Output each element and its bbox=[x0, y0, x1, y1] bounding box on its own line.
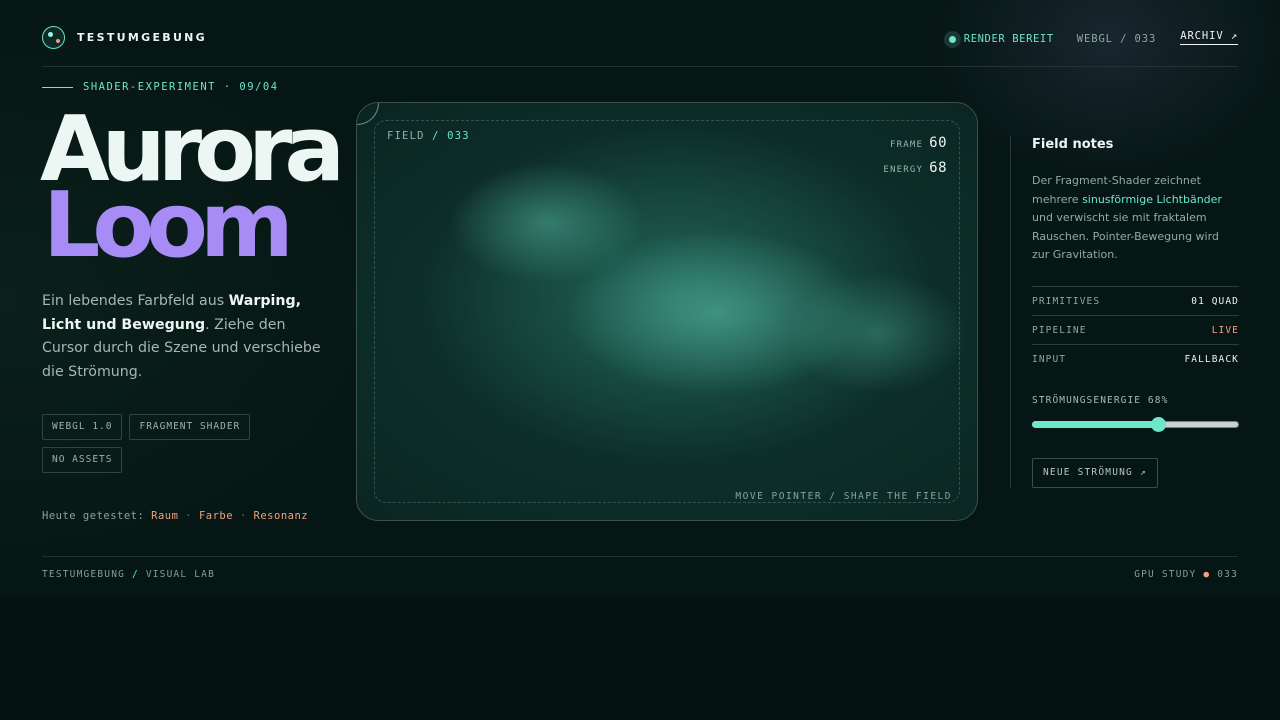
render-status: RENDER BEREIT bbox=[963, 33, 1054, 45]
top-nav: RENDER BEREIT WEBGL / 033 ARCHIV ↗ bbox=[943, 28, 1238, 50]
spec-table: PRIMITIVES 01 QUAD PIPELINE LIVE INPUT F… bbox=[1032, 286, 1239, 373]
energy-slider[interactable] bbox=[1032, 417, 1239, 432]
energy-slider-label: STRÖMUNGSENERGIE 68% bbox=[1032, 395, 1169, 406]
spec-row-primitives: PRIMITIVES 01 QUAD bbox=[1032, 286, 1239, 315]
footer-separator: / bbox=[131, 569, 139, 580]
footer-divider bbox=[42, 556, 1238, 557]
kicker: SHADER-EXPERIMENT · 09/04 bbox=[42, 81, 279, 93]
brand-name[interactable]: TESTUMGEBUNG bbox=[77, 31, 207, 44]
tested-separator: · bbox=[239, 510, 247, 522]
spec-key: INPUT bbox=[1032, 353, 1067, 365]
tag-no-assets: NO ASSETS bbox=[42, 447, 123, 473]
frame-value: 60 bbox=[929, 135, 947, 151]
spec-key: PRIMITIVES bbox=[1032, 295, 1101, 307]
page-title-line2: Loom bbox=[43, 173, 294, 278]
footer-study: GPU STUDY bbox=[1134, 569, 1197, 580]
pointer-hint: MOVE POINTER / SHAPE THE FIELD bbox=[735, 491, 952, 502]
tested-line: Heute getestet: Raum · Farbe · Resonanz bbox=[42, 510, 308, 522]
footer-dot-icon: ● bbox=[1203, 569, 1211, 580]
footer-lab: VISUAL LAB bbox=[145, 569, 216, 580]
spec-value: LIVE bbox=[1211, 324, 1239, 336]
field-notes-panel: Field notes Der Fragment-Shader zeichnet… bbox=[1010, 135, 1239, 488]
kicker-text: SHADER-EXPERIMENT · 09/04 bbox=[83, 81, 279, 93]
intro-paragraph: Ein lebendes Farbfeld aus Warping, Licht… bbox=[42, 290, 332, 385]
tested-word: Raum bbox=[151, 510, 179, 522]
footer-id: 033 bbox=[1217, 569, 1238, 580]
tag-fragment-shader: FRAGMENT SHADER bbox=[129, 414, 251, 440]
tag-list: WEBGL 1.0 FRAGMENT SHADER NO ASSETS bbox=[42, 414, 332, 473]
notes-highlight: sinusförmige Lichtbänder bbox=[1082, 192, 1222, 206]
spec-key: PIPELINE bbox=[1032, 324, 1087, 336]
spec-value: 01 QUAD bbox=[1191, 295, 1239, 307]
slider-thumb[interactable] bbox=[1151, 417, 1167, 432]
notes-text-rest: und verwischt sie mit fraktalem Rauschen… bbox=[1032, 211, 1219, 261]
logo-icon[interactable] bbox=[42, 26, 65, 49]
footer-brand: TESTUMGEBUNG bbox=[42, 569, 126, 580]
notes-body: Der Fragment-Shader zeichnet mehrere sin… bbox=[1032, 172, 1239, 265]
energy-label: ENERGY bbox=[883, 165, 924, 175]
header: TESTUMGEBUNG RENDER BEREIT WEBGL / 033 A… bbox=[42, 26, 1238, 52]
archive-link[interactable]: ARCHIV ↗ bbox=[1180, 30, 1238, 45]
tested-word: Resonanz bbox=[253, 510, 309, 522]
tested-word: Farbe bbox=[198, 510, 234, 522]
footer-right: GPU STUDY ● 033 bbox=[1134, 569, 1238, 580]
field-id: / 033 bbox=[432, 130, 470, 142]
header-divider bbox=[42, 66, 1238, 67]
slider-fill bbox=[1032, 421, 1159, 428]
notes-title: Field notes bbox=[1032, 137, 1114, 152]
status-dot-icon bbox=[943, 30, 961, 48]
frame-label: FRAME bbox=[890, 140, 924, 150]
footer-left: TESTUMGEBUNG / VISUAL LAB bbox=[42, 569, 215, 580]
spec-row-pipeline: PIPELINE LIVE bbox=[1032, 315, 1239, 344]
tested-separator: · bbox=[185, 510, 193, 522]
canvas-frame bbox=[374, 120, 960, 503]
spec-value: FALLBACK bbox=[1184, 353, 1239, 365]
spec-row-input: INPUT FALLBACK bbox=[1032, 344, 1239, 373]
shader-canvas[interactable]: FIELD / 033 FRAME 60 ENERGY 68 MOVE POINTE… bbox=[356, 102, 978, 521]
frame-metric: FRAME 60 bbox=[890, 132, 947, 151]
tested-label: Heute getestet: bbox=[42, 510, 145, 522]
page: TESTUMGEBUNG RENDER BEREIT WEBGL / 033 A… bbox=[0, 0, 1280, 598]
corner-mark bbox=[357, 103, 379, 125]
energy-metric: ENERGY 68 bbox=[883, 157, 947, 176]
field-label: FIELD / 033 bbox=[387, 130, 470, 142]
field-prefix: FIELD bbox=[387, 130, 425, 142]
intro-text: Ein lebendes Farbfeld aus bbox=[42, 293, 229, 309]
kicker-line bbox=[42, 86, 73, 88]
energy-value: 68 bbox=[929, 160, 947, 176]
new-flow-button[interactable]: NEUE STRÖMUNG ↗ bbox=[1032, 458, 1158, 488]
tag-webgl: WEBGL 1.0 bbox=[42, 414, 123, 440]
webgl-meta: WEBGL / 033 bbox=[1076, 33, 1157, 45]
